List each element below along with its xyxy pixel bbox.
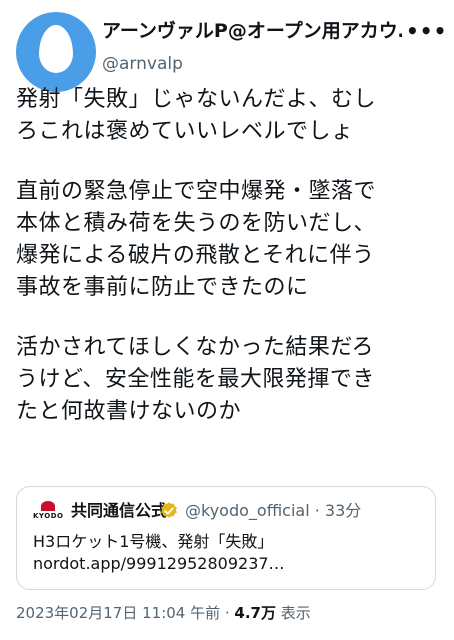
verified-gold-badge-icon <box>161 502 177 518</box>
author-display-name[interactable]: アーンヴァルP@オープン用アカウ… <box>102 18 402 44</box>
tweet-line: 発射「失敗」じゃないんだよ、むし <box>16 87 377 112</box>
ellipsis-icon[interactable]: ••• <box>406 18 446 44</box>
tweet-line: 爆発による破片の飛散とそれに伴う <box>16 243 375 268</box>
kyodo-logo-icon: KYODO <box>33 501 63 523</box>
quoted-tweet-card[interactable]: KYODO 共同通信公式 @kyodo_official · 33分 H3ロケッ… <box>16 486 436 590</box>
quoted-text: H3ロケット1号機、発射「失敗」 nordot.app/999129528092… <box>33 531 423 575</box>
quoted-link[interactable]: nordot.app/99912952809237… <box>33 553 423 575</box>
author-handle[interactable]: @arnvalp <box>102 52 183 76</box>
tweet-line: 事故を事前に防止できたのに <box>16 275 309 300</box>
timestamp[interactable]: 2023年02月17日 11:04 午前 · <box>16 604 234 622</box>
tweet-line: うけど、安全性能を最大限発揮でき <box>16 367 375 392</box>
tweet-paragraph: 直前の緊急停止で空中爆発・墜落で 本体と積み荷を失うのを防いだし、 爆発による破… <box>16 176 448 304</box>
tweet-body: 発射「失敗」じゃないんだよ、むし ろこれは褒めていいレベルでしょ 直前の緊急停止… <box>16 84 448 456</box>
views-count: 4.7万 <box>234 604 276 622</box>
kyodo-logo-text: KYODO <box>33 512 64 520</box>
tweet-paragraph: 発射「失敗」じゃないんだよ、むし ろこれは褒めていいレベルでしょ <box>16 84 448 148</box>
tweet-meta: 2023年02月17日 11:04 午前 · 4.7万 表示 <box>16 602 311 624</box>
tweet-line: 本体と積み荷を失うのを防いだし、 <box>16 211 377 236</box>
avatar[interactable] <box>16 12 96 92</box>
views-label: 表示 <box>276 604 311 622</box>
tweet-line: ろこれは褒めていいレベルでしょ <box>16 119 354 144</box>
tweet-line: 直前の緊急停止で空中爆発・墜落で <box>16 179 377 204</box>
quoted-author-name: 共同通信公式 <box>71 501 168 520</box>
tweet-line: たと何故書けないのか <box>16 399 242 424</box>
tweet-card: アーンヴァルP@オープン用アカウ… ••• @arnvalp 発射「失敗」じゃな… <box>0 0 454 640</box>
quoted-handle-time: @kyodo_official · 33分 <box>185 501 362 520</box>
tweet-paragraph: 活かされてほしくなかった結果だろ うけど、安全性能を最大限発揮でき たと何故書け… <box>16 332 448 428</box>
tweet-line: 活かされてほしくなかった結果だろ <box>16 335 375 360</box>
default-egg-avatar-icon <box>39 25 73 73</box>
quoted-line: H3ロケット1号機、発射「失敗」 <box>33 532 274 551</box>
